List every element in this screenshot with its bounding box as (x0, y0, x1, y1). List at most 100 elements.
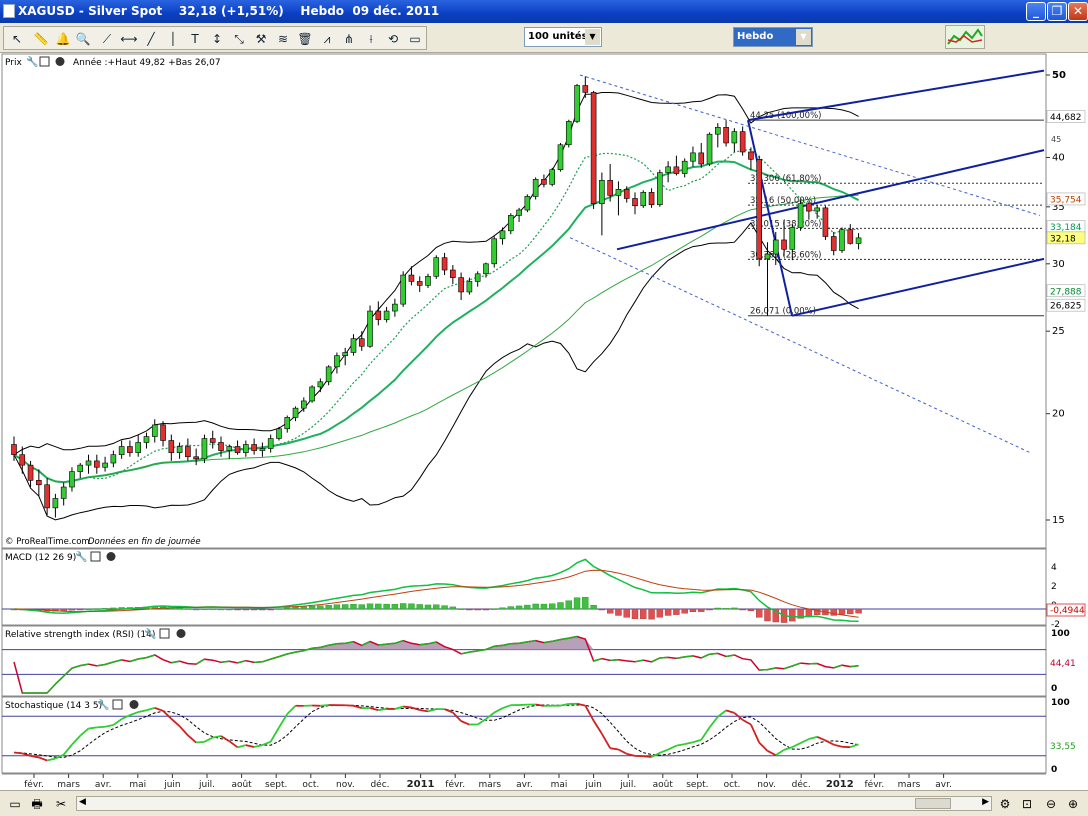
price-range-label: Année :+Haut 49,82 +Bas 26,07 (73, 57, 221, 68)
macd-histogram-bar (433, 604, 440, 610)
time-axis-label: août (653, 780, 674, 790)
candle-body (764, 253, 771, 260)
rectangle-tool-icon[interactable]: ▭ (406, 31, 424, 47)
time-axis-label: juin (163, 780, 180, 790)
chart-area[interactable]: 5040353025201544,25 (100,00%)37,306 (61,… (0, 53, 1088, 790)
zoom-out-icon[interactable]: ⊖ (1042, 795, 1060, 813)
pointer-icon[interactable]: ↖ (8, 31, 26, 47)
alarm-bell-icon[interactable]: 🔔 (54, 31, 72, 47)
macd-histogram-bar (805, 608, 813, 617)
stoch-k-segment (196, 740, 205, 744)
candle-body (276, 428, 282, 439)
fib-fan-icon[interactable]: ⩘ (318, 31, 336, 47)
candle-body (714, 127, 721, 135)
price-axis-tick-label: 30 (1052, 259, 1065, 270)
wrench-icon[interactable]: 🔧 (97, 698, 109, 711)
time-axis-label: avr. (95, 780, 112, 790)
time-axis-label: juil. (619, 780, 636, 790)
time-axis: févr. mars avr. mai juin juil. août sept. oct. no… (2, 773, 1046, 790)
panel-close-icon[interactable] (106, 552, 116, 561)
panel-maximize-icon[interactable] (159, 628, 170, 639)
wrench-icon[interactable]: 🔧 (75, 550, 87, 563)
zoom-box-icon[interactable]: ⊡ (1018, 795, 1036, 813)
candle-body (565, 121, 572, 146)
macd-histogram-bar (192, 608, 200, 611)
pitchfork-icon[interactable]: ⋔ (340, 31, 358, 47)
candle-body (582, 85, 589, 93)
panel-close-icon[interactable] (129, 700, 139, 709)
macd-histogram-bar (664, 608, 672, 616)
macd-histogram-bar (333, 604, 341, 610)
print-icon[interactable]: 🖶 (28, 795, 46, 813)
candle-body (772, 239, 779, 255)
ray-line-icon[interactable]: ╱ (142, 31, 160, 47)
scroll-right-icon[interactable]: ▶ (982, 797, 989, 807)
time-axis-label: févr. (24, 779, 44, 790)
hammer-icon[interactable]: ⚒ (252, 31, 270, 47)
time-axis-label: août (231, 780, 252, 790)
scrollbar-thumb[interactable] (915, 798, 951, 809)
fibonacci-icon[interactable]: ≋ (274, 31, 292, 47)
cycle-tool-icon[interactable]: ⟲ (384, 31, 402, 47)
channel-tool-icon[interactable]: ⤡ (230, 31, 248, 47)
text-tool-icon[interactable]: T (186, 31, 204, 47)
candle-body (847, 229, 854, 244)
stoch-k-segment (378, 708, 387, 712)
status-bar: ▭ 🖶 ✂ ◀ ▶ ⚙ ⊡ ⊖ ⊕ (0, 790, 1088, 816)
indicators-chart-icon[interactable] (945, 25, 985, 49)
units-select[interactable]: 100 unités ▼ (524, 27, 602, 47)
panel-close-icon[interactable] (176, 629, 186, 638)
candle-body (85, 460, 92, 466)
trash-icon[interactable]: 🗑 (296, 31, 314, 47)
gann-icon[interactable]: ⟊ (362, 31, 380, 47)
panel-maximize-icon[interactable] (39, 56, 50, 67)
drawing-tools-group: ↖ 📏 🔔 🔍 ⟋ ⟷ ╱ │ T ↕ ⤡ ⚒ ≋ 🗑 ⩘ ⋔ ⟊ ⟲ ▭ (3, 26, 427, 50)
wrench-icon[interactable]: 🔧 (26, 55, 38, 68)
candle-body (218, 442, 224, 451)
price-panel (1, 53, 1047, 549)
rsi-panel-title: Relative strength index (RSI) (14) (5, 630, 155, 640)
candle-body (185, 446, 191, 458)
window-icon[interactable]: ▭ (6, 795, 24, 813)
time-axis-label: 2012 (826, 779, 854, 790)
time-axis-label: déc. (370, 779, 389, 790)
vertical-line-icon[interactable]: │ (164, 31, 182, 47)
macd-histogram-bar (731, 607, 738, 610)
panel-maximize-icon[interactable] (112, 699, 123, 710)
macd-histogram-bar (722, 608, 730, 610)
arrow-tool-icon[interactable]: ↕ (208, 31, 226, 47)
units-select-value: 100 unités (528, 31, 588, 42)
zoom-in-icon[interactable]: ⊕ (1064, 795, 1082, 813)
macd-histogram-bar (275, 608, 283, 610)
macd-histogram-bar (300, 606, 307, 610)
wrench-icon[interactable]: 🔧 (144, 627, 156, 640)
fib-level-label: 44,25 (100,00%) (750, 111, 822, 121)
minimize-button[interactable]: _ (1026, 2, 1046, 21)
candle-body (69, 471, 75, 488)
scissors-icon[interactable]: ✂ (52, 795, 70, 813)
horizontal-line-icon[interactable]: ⟷ (120, 31, 138, 47)
scroll-left-icon[interactable]: ◀ (79, 797, 86, 807)
macd-histogram-bar (491, 608, 498, 610)
candle-body (814, 207, 820, 212)
macd-histogram-bar (184, 608, 192, 610)
candle-body (822, 207, 829, 237)
macd-panel (1, 548, 1047, 626)
maximize-button[interactable]: ❐ (1047, 2, 1067, 21)
footer-note: Données en fin de journée (88, 536, 201, 547)
candle-body (292, 407, 299, 418)
horizontal-scrollbar[interactable]: ◀ ▶ (76, 796, 992, 811)
panel-maximize-icon[interactable] (90, 551, 101, 562)
macd-histogram-bar (358, 604, 365, 610)
title-bar: XAGUSD - Silver Spot 32,18 (+1,51%) Hebd… (0, 0, 1088, 23)
chart-settings-icon[interactable]: ⚙ (996, 795, 1014, 813)
panel-close-icon[interactable] (55, 57, 65, 66)
trendline-icon[interactable]: ⟋ (98, 31, 116, 47)
macd-histogram-bar (408, 603, 415, 610)
zoom-search-icon[interactable]: 🔍 (74, 31, 92, 47)
period-select[interactable]: Hebdo ▼ (733, 27, 813, 47)
macd-histogram-bar (201, 608, 208, 610)
close-button[interactable]: ✕ (1068, 2, 1088, 21)
ruler-icon[interactable]: 📏 (32, 31, 50, 47)
macd-histogram-bar (606, 608, 614, 614)
